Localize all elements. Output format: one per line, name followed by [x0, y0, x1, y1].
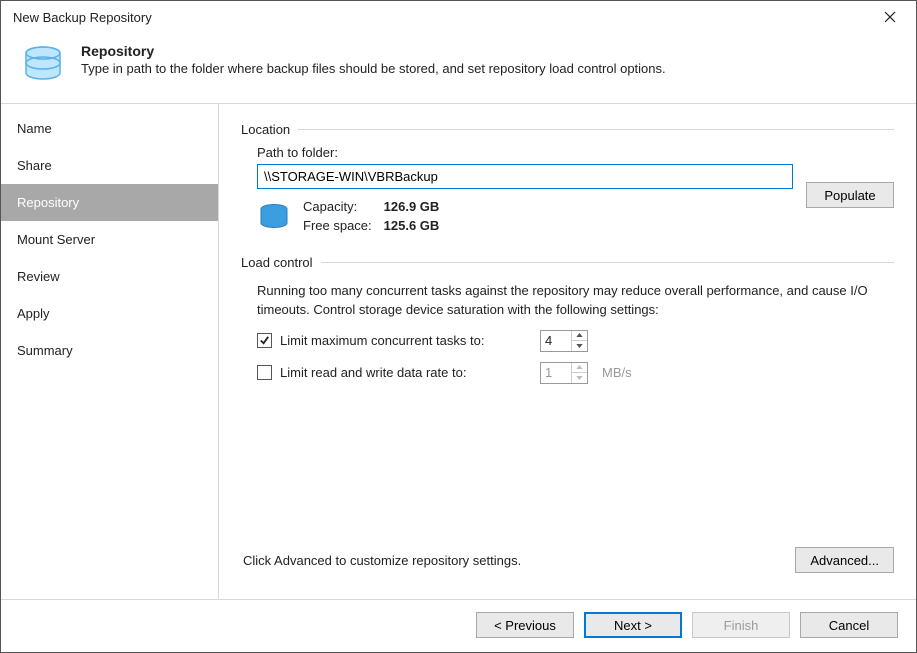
limit-tasks-checkbox[interactable]: [257, 333, 272, 348]
location-legend: Location: [241, 122, 298, 137]
sidebar-item-share[interactable]: Share: [1, 147, 218, 184]
window-title: New Backup Repository: [13, 10, 870, 25]
previous-button[interactable]: < Previous: [476, 612, 574, 638]
sidebar-item-review[interactable]: Review: [1, 258, 218, 295]
advanced-hint-text: Click Advanced to customize repository s…: [243, 553, 795, 568]
sidebar: Name Share Repository Mount Server Revie…: [1, 104, 219, 599]
load-control-legend: Load control: [241, 255, 321, 270]
populate-button[interactable]: Populate: [806, 182, 894, 208]
titlebar: New Backup Repository: [1, 1, 916, 33]
page-subtitle: Type in path to the folder where backup …: [81, 61, 666, 76]
limit-tasks-row: Limit maximum concurrent tasks to:: [257, 330, 892, 352]
path-label: Path to folder:: [257, 145, 892, 160]
rate-unit: MB/s: [602, 365, 632, 380]
chevron-down-icon: [576, 376, 583, 380]
page-title: Repository: [81, 43, 666, 59]
limit-rate-row: Limit read and write data rate to: MB/s: [257, 362, 892, 384]
header-text: Repository Type in path to the folder wh…: [81, 41, 666, 76]
next-button[interactable]: Next >: [584, 612, 682, 638]
content: Location Path to folder: Capacity: 126.9…: [219, 104, 916, 599]
storage-stats: Capacity: 126.9 GB Free space: 125.6 GB: [303, 199, 439, 233]
repository-icon: [19, 41, 67, 89]
disk-icon: [257, 201, 291, 235]
storage-row: Capacity: 126.9 GB Free space: 125.6 GB: [257, 199, 892, 235]
dialog-window: New Backup Repository Repository Type in…: [0, 0, 917, 653]
free-space-value: 125.6 GB: [384, 218, 440, 233]
header: Repository Type in path to the folder wh…: [1, 33, 916, 104]
checkmark-icon: [259, 335, 270, 346]
capacity-value: 126.9 GB: [384, 199, 440, 214]
cancel-button[interactable]: Cancel: [800, 612, 898, 638]
finish-button: Finish: [692, 612, 790, 638]
footer: < Previous Next > Finish Cancel: [1, 599, 916, 652]
sidebar-item-apply[interactable]: Apply: [1, 295, 218, 332]
capacity-label: Capacity:: [303, 199, 372, 214]
limit-rate-checkbox[interactable]: [257, 365, 272, 380]
sidebar-item-repository[interactable]: Repository: [1, 184, 218, 221]
advanced-button[interactable]: Advanced...: [795, 547, 894, 573]
close-icon: [884, 11, 896, 23]
load-control-group: Load control Running too many concurrent…: [241, 255, 894, 400]
chevron-down-icon: [576, 344, 583, 348]
limit-rate-label: Limit read and write data rate to:: [280, 365, 532, 380]
chevron-up-icon: [576, 365, 583, 369]
spinner-up[interactable]: [572, 331, 587, 342]
body: Name Share Repository Mount Server Revie…: [1, 104, 916, 599]
limit-tasks-value[interactable]: [541, 331, 571, 351]
limit-tasks-spinner[interactable]: [540, 330, 588, 352]
advanced-hint-row: Click Advanced to customize repository s…: [241, 539, 894, 589]
spinner-up: [572, 363, 587, 374]
spinner-down[interactable]: [572, 341, 587, 351]
limit-tasks-label: Limit maximum concurrent tasks to:: [280, 333, 532, 348]
load-control-description: Running too many concurrent tasks agains…: [257, 282, 892, 320]
close-button[interactable]: [870, 3, 910, 31]
location-group: Location Path to folder: Capacity: 126.9…: [241, 122, 894, 241]
free-space-label: Free space:: [303, 218, 372, 233]
path-input[interactable]: [257, 164, 793, 189]
spinner-down: [572, 373, 587, 383]
sidebar-item-mount-server[interactable]: Mount Server: [1, 221, 218, 258]
limit-rate-value: [541, 363, 571, 383]
limit-rate-spinner: [540, 362, 588, 384]
sidebar-item-name[interactable]: Name: [1, 110, 218, 147]
chevron-up-icon: [576, 333, 583, 337]
sidebar-item-summary[interactable]: Summary: [1, 332, 218, 369]
